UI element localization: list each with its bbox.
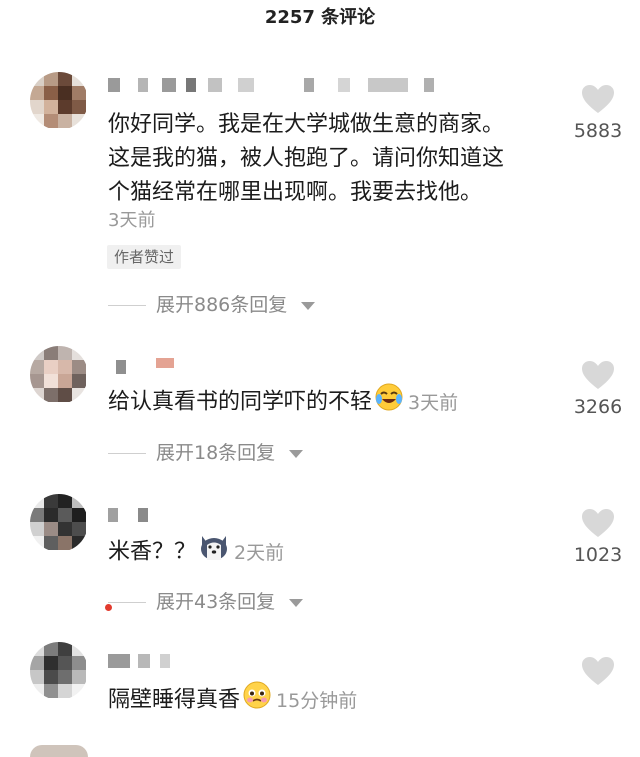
username-redacted[interactable]	[108, 356, 188, 376]
avatar[interactable]	[30, 494, 88, 552]
comment-time: 2天前	[234, 541, 285, 564]
comment-time: 3天前	[408, 391, 459, 414]
chevron-down-icon	[301, 302, 315, 310]
like-button[interactable]	[570, 656, 626, 686]
expand-replies-button[interactable]: 展开43条回复	[108, 589, 308, 615]
expand-replies-label: 展开18条回复	[156, 442, 276, 464]
comment-text: 米香？？ 2天前	[108, 532, 548, 573]
comment-item: 你好同学。我是在大学城做生意的商家。 这是我的猫，被人抱跑了。请问你知道这 个猫…	[0, 70, 640, 330]
heart-icon	[582, 509, 614, 537]
comments-count-title: 2257 条评论	[264, 7, 376, 28]
like-count: 1023	[573, 544, 623, 566]
expand-replies-label: 展开886条回复	[156, 294, 288, 316]
like-button[interactable]: 1023	[570, 508, 626, 566]
comment-text: 给认真看书的同学吓的不轻 3天前	[108, 382, 548, 423]
crying-laughing-emoji-icon	[374, 382, 404, 423]
comment-item: 隔壁睡得真香 15分钟前	[0, 642, 640, 732]
husky-dog-emoji-icon	[198, 532, 230, 573]
chevron-down-icon	[289, 599, 303, 607]
heart-icon	[582, 361, 614, 389]
replies-divider	[108, 453, 146, 454]
comment-item: 给认真看书的同学吓的不轻 3天前 展开18条回复 3266	[0, 346, 640, 476]
like-button[interactable]: 5883	[570, 84, 626, 142]
chevron-down-icon	[289, 450, 303, 458]
comment-text-content: 隔壁睡得真香	[108, 687, 241, 713]
comment-text-content: 米香？？	[108, 539, 197, 565]
avatar[interactable]	[30, 745, 88, 757]
pleading-face-emoji-icon	[242, 680, 272, 721]
avatar[interactable]	[30, 72, 88, 130]
author-liked-badge: 作者赞过	[107, 245, 182, 269]
expand-replies-button[interactable]: 展开886条回复	[108, 292, 318, 318]
avatar[interactable]	[30, 642, 88, 700]
like-button[interactable]: 3266	[570, 360, 626, 418]
replies-divider	[108, 305, 146, 306]
comment-time: 15分钟前	[276, 689, 358, 712]
username-redacted[interactable]	[108, 504, 168, 524]
heart-icon	[582, 85, 614, 113]
like-count: 5883	[573, 120, 623, 142]
username-redacted[interactable]	[108, 650, 188, 670]
like-count: 3266	[573, 396, 623, 418]
comment-text: 你好同学。我是在大学城做生意的商家。 这是我的猫，被人抱跑了。请问你知道这 个猫…	[108, 112, 505, 205]
comment-text-content: 给认真看书的同学吓的不轻	[108, 389, 373, 415]
expand-replies-button[interactable]: 展开18条回复	[108, 440, 308, 466]
comment-text: 隔壁睡得真香 15分钟前	[108, 680, 548, 721]
expand-replies-label: 展开43条回复	[156, 591, 276, 613]
comment-item: 米香？？ 2天前 展开43条回复 1023	[0, 494, 640, 624]
username-redacted[interactable]	[108, 74, 438, 94]
avatar[interactable]	[30, 346, 88, 404]
replies-divider	[108, 602, 146, 603]
comment-time: 3天前	[108, 210, 156, 231]
heart-icon	[582, 657, 614, 685]
